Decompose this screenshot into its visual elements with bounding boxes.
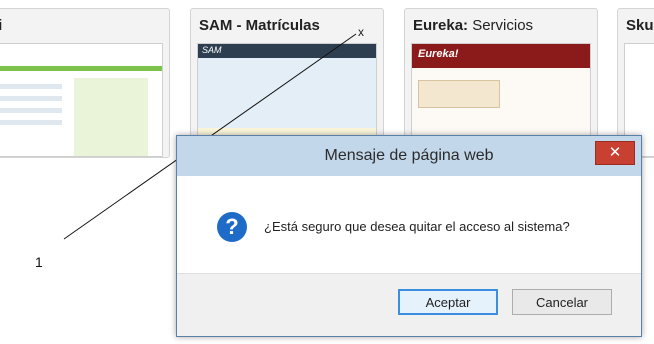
close-icon[interactable]: ✕ (595, 141, 635, 165)
thumbnail-title: Eureka: Servicios (413, 17, 534, 34)
preview-search-box (418, 80, 500, 108)
preview-nav-bar (0, 66, 162, 71)
dialog-message: ¿Está seguro que desea quitar el acceso … (264, 219, 570, 234)
preview-form (198, 58, 376, 128)
dialog-titlebar[interactable]: Mensaje de página web ✕ (177, 136, 641, 176)
dialog-title: Mensaje de página web (324, 147, 494, 164)
thumbnail-title: Sku (626, 17, 654, 34)
preview-row (0, 120, 62, 125)
ok-button[interactable]: Aceptar (398, 289, 498, 315)
thumbnail-title: di (0, 17, 2, 34)
thumbnail-preview (0, 43, 163, 157)
thumbnail-tile-1[interactable]: di (0, 8, 170, 158)
tile-close-icon[interactable]: x (358, 25, 364, 39)
preview-row (0, 96, 62, 101)
dialog-footer: Aceptar Cancelar (177, 273, 641, 336)
message-dialog: Mensaje de página web ✕ ? ¿Está seguro q… (176, 135, 642, 337)
preview-row (0, 108, 62, 113)
preview-side-panel (74, 78, 148, 156)
cancel-button[interactable]: Cancelar (512, 289, 612, 315)
question-icon: ? (217, 212, 247, 242)
preview-header: SAM (198, 44, 376, 58)
preview-row (0, 84, 62, 89)
preview-header: Eureka! (412, 44, 590, 68)
callout-label: 1 (35, 254, 43, 270)
thumbnail-title: SAM - Matrículas (199, 17, 320, 34)
dialog-content: ? ¿Está seguro que desea quitar el acces… (177, 176, 641, 274)
